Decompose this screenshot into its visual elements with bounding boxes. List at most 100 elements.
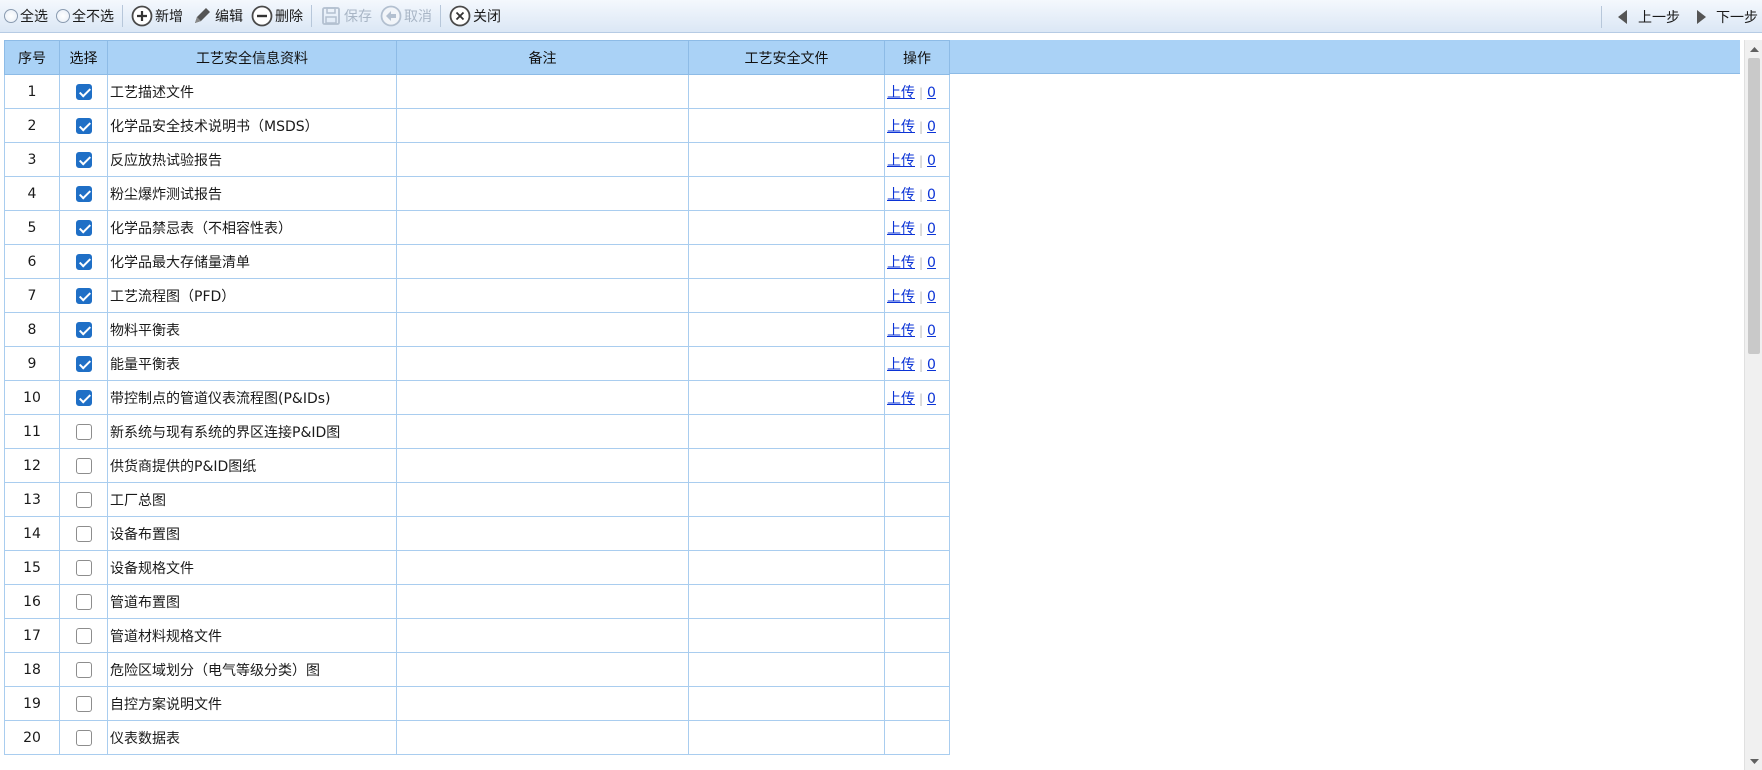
cancel-button[interactable]: 取消 (376, 0, 436, 33)
table-row[interactable]: 5 化学品禁忌表（不相容性表） 上传 | 0 (4, 210, 950, 245)
table-row[interactable]: 18 危险区域划分（电气等级分类）图 (4, 652, 950, 687)
select-all-radio[interactable] (4, 9, 18, 23)
prev-step-button[interactable]: 上一步 (1610, 0, 1684, 33)
row-checkbox[interactable] (75, 355, 92, 372)
select-none-radio[interactable] (56, 9, 70, 23)
row-checkbox[interactable] (75, 491, 92, 508)
file-count-link[interactable]: 0 (927, 187, 936, 203)
row-note (396, 312, 689, 347)
table-row[interactable]: 2 化学品安全技术说明书（MSDS） 上传 | 0 (4, 108, 950, 143)
upload-link[interactable]: 上传 (887, 187, 915, 203)
operation-separator: | (919, 391, 924, 406)
row-file (688, 618, 885, 653)
column-header-op[interactable]: 操作 (884, 40, 950, 75)
row-checkbox[interactable] (75, 321, 92, 338)
delete-button[interactable]: 删除 (247, 0, 307, 33)
close-button[interactable]: 关闭 (445, 0, 505, 33)
row-checkbox[interactable] (75, 729, 92, 746)
table-row[interactable]: 3 反应放热试验报告 上传 | 0 (4, 142, 950, 177)
add-button[interactable]: 新增 (127, 0, 187, 33)
table-row[interactable]: 9 能量平衡表 上传 | 0 (4, 346, 950, 381)
column-header-no[interactable]: 序号 (4, 40, 60, 75)
table-row[interactable]: 15 设备规格文件 (4, 550, 950, 585)
row-note (396, 686, 689, 721)
upload-link[interactable]: 上传 (887, 323, 915, 339)
toolbar-divider (311, 5, 312, 27)
file-count-link[interactable]: 0 (927, 119, 936, 135)
file-count-link[interactable]: 0 (927, 255, 936, 271)
upload-link[interactable]: 上传 (887, 153, 915, 169)
file-count-link[interactable]: 0 (927, 323, 936, 339)
file-count-link[interactable]: 0 (927, 221, 936, 237)
table-row[interactable]: 6 化学品最大存储量清单 上传 | 0 (4, 244, 950, 279)
row-note (396, 618, 689, 653)
upload-link[interactable]: 上传 (887, 255, 915, 271)
row-checkbox[interactable] (75, 525, 92, 542)
column-header-note[interactable]: 备注 (396, 40, 689, 75)
table-row[interactable]: 7 工艺流程图（PFD） 上传 | 0 (4, 278, 950, 313)
row-note (396, 720, 689, 755)
file-count-link[interactable]: 0 (927, 153, 936, 169)
step-navigation: 上一步 下一步 (1597, 0, 1762, 33)
table-row[interactable]: 1 工艺描述文件 上传 | 0 (4, 74, 950, 109)
table-row[interactable]: 13 工厂总图 (4, 482, 950, 517)
row-select-cell (59, 244, 108, 279)
row-checkbox[interactable] (75, 627, 92, 644)
row-checkbox[interactable] (75, 185, 92, 202)
row-number: 20 (4, 720, 60, 755)
upload-link[interactable]: 上传 (887, 391, 915, 407)
vertical-scrollbar[interactable] (1744, 40, 1762, 770)
row-checkbox[interactable] (75, 559, 92, 576)
edit-button[interactable]: 编辑 (187, 0, 247, 33)
upload-link[interactable]: 上传 (887, 289, 915, 305)
select-none-option[interactable]: 全不选 (52, 0, 118, 33)
table-row[interactable]: 16 管道布置图 (4, 584, 950, 619)
file-count-link[interactable]: 0 (927, 391, 936, 407)
scroll-up-arrow-icon[interactable] (1745, 40, 1762, 57)
row-checkbox[interactable] (75, 593, 92, 610)
table-header-row: 序号 选择 工艺安全信息资料 备注 工艺安全文件 操作 (4, 40, 950, 75)
upload-link[interactable]: 上传 (887, 85, 915, 101)
row-file (688, 210, 885, 245)
table-row[interactable]: 10 带控制点的管道仪表流程图(P&IDs) 上传 | 0 (4, 380, 950, 415)
row-checkbox[interactable] (75, 661, 92, 678)
save-button[interactable]: 保存 (316, 0, 376, 33)
table-row[interactable]: 12 供货商提供的P&ID图纸 (4, 448, 950, 483)
row-checkbox[interactable] (75, 457, 92, 474)
row-checkbox[interactable] (75, 151, 92, 168)
row-checkbox[interactable] (75, 219, 92, 236)
row-checkbox[interactable] (75, 83, 92, 100)
row-checkbox[interactable] (75, 389, 92, 406)
table-row[interactable]: 4 粉尘爆炸测试报告 上传 | 0 (4, 176, 950, 211)
row-checkbox[interactable] (75, 117, 92, 134)
toolbar-divider (440, 5, 441, 27)
column-header-name[interactable]: 工艺安全信息资料 (107, 40, 397, 75)
row-checkbox[interactable] (75, 695, 92, 712)
scroll-down-arrow-icon[interactable] (1745, 753, 1762, 770)
file-count-link[interactable]: 0 (927, 85, 936, 101)
table-row[interactable]: 11 新系统与现有系统的界区连接P&ID图 (4, 414, 950, 449)
upload-link[interactable]: 上传 (887, 221, 915, 237)
file-count-link[interactable]: 0 (927, 357, 936, 373)
upload-link[interactable]: 上传 (887, 119, 915, 135)
column-header-select[interactable]: 选择 (59, 40, 108, 75)
select-all-option[interactable]: 全选 (0, 0, 52, 33)
row-file (688, 720, 885, 755)
upload-link[interactable]: 上传 (887, 357, 915, 373)
row-file (688, 584, 885, 619)
column-header-file[interactable]: 工艺安全文件 (688, 40, 885, 75)
row-checkbox[interactable] (75, 287, 92, 304)
table-row[interactable]: 19 自控方案说明文件 (4, 686, 950, 721)
table-row[interactable]: 17 管道材料规格文件 (4, 618, 950, 653)
scrollbar-thumb[interactable] (1748, 58, 1760, 354)
file-count-link[interactable]: 0 (927, 289, 936, 305)
row-checkbox[interactable] (75, 423, 92, 440)
row-checkbox[interactable] (75, 253, 92, 270)
table-row[interactable]: 20 仪表数据表 (4, 720, 950, 755)
operation-separator: | (919, 221, 924, 236)
table-row[interactable]: 14 设备布置图 (4, 516, 950, 551)
table-row[interactable]: 8 物料平衡表 上传 | 0 (4, 312, 950, 347)
row-name: 设备规格文件 (107, 550, 397, 585)
next-step-button[interactable]: 下一步 (1688, 0, 1762, 33)
row-note (396, 108, 689, 143)
